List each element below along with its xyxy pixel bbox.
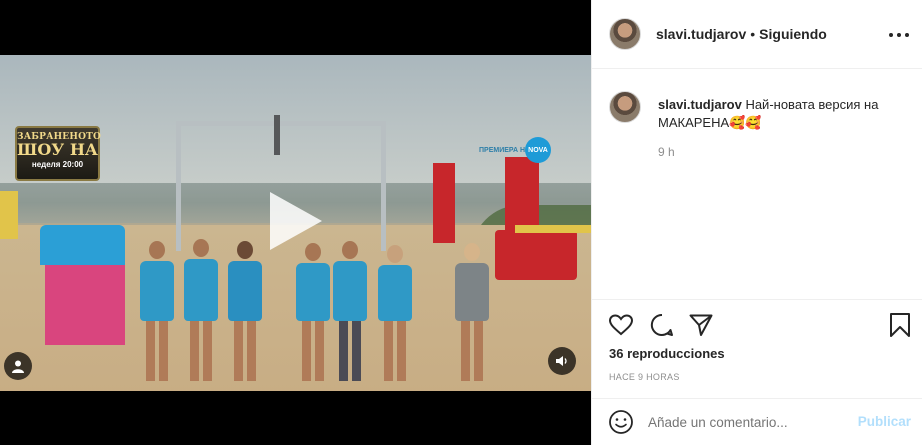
comment-input[interactable] <box>648 414 838 430</box>
following-button[interactable]: Siguiendo <box>759 26 827 42</box>
caption-avatar[interactable] <box>609 91 641 123</box>
view-count[interactable]: 36 reproducciones <box>609 346 725 361</box>
video-scene-person <box>455 243 489 381</box>
video-scene-person <box>140 241 174 381</box>
show-logo-line2: ШОУ НА <box>17 140 98 159</box>
caption-username[interactable]: slavi.tudjarov <box>658 97 742 112</box>
broadcaster-subtitle: ПРЕМИЕРА НА <box>479 147 531 154</box>
post-timestamp[interactable]: HACE 9 HORAS <box>609 372 680 382</box>
emoji-icon[interactable] <box>608 409 634 435</box>
header-username[interactable]: slavi.tudjarov <box>656 26 746 42</box>
publish-button[interactable]: Publicar <box>858 414 911 429</box>
mute-toggle-button[interactable] <box>548 347 576 375</box>
media-area: ЗАБРАНЕНОТО ШОУ НА неделя 20:00 ПРЕМИЕРА… <box>0 0 591 445</box>
add-comment-bar: Publicar <box>592 398 922 445</box>
video-scene-person <box>184 239 218 381</box>
video-scene-chest <box>40 225 125 265</box>
comment-icon[interactable] <box>649 312 675 338</box>
speaker-icon <box>556 356 567 366</box>
bookmark-icon[interactable] <box>887 312 913 338</box>
avatar[interactable] <box>609 18 641 50</box>
user-icon <box>12 360 24 373</box>
video-scene-person <box>378 245 412 381</box>
caption-time[interactable]: 9 h <box>658 145 675 159</box>
video-scene-post <box>274 115 280 155</box>
video-scene-yellow-figure <box>0 191 18 239</box>
show-logo-line3: неделя 20:00 <box>31 160 84 169</box>
video-scene-person <box>228 241 262 381</box>
show-logo: ЗАБРАНЕНОТО ШОУ НА неделя 20:00 <box>15 126 101 181</box>
video-scene-red-tower-1 <box>433 163 455 243</box>
video-scene-barrels <box>495 230 577 280</box>
post-details-panel: slavi.tudjarov • Siguiendo slavi.tudjaro… <box>591 0 922 445</box>
action-bar <box>592 299 922 339</box>
broadcaster-logo: NOVA <box>525 137 551 163</box>
video-scene-person <box>333 241 367 381</box>
post-header: slavi.tudjarov • Siguiendo <box>592 0 922 69</box>
more-options-icon[interactable] <box>889 25 909 45</box>
share-icon[interactable] <box>688 312 714 338</box>
play-icon[interactable] <box>262 188 328 254</box>
video-scene-yellow-beam <box>515 225 591 233</box>
header-separator: • <box>750 26 756 42</box>
caption-text-block: slavi.tudjarov Най-новата версия на МАКА… <box>658 96 910 132</box>
tagged-user-button[interactable] <box>4 352 32 380</box>
video-scene-pink-table <box>45 255 125 345</box>
video-scene-person <box>296 243 330 381</box>
heart-icon[interactable] <box>608 312 634 338</box>
